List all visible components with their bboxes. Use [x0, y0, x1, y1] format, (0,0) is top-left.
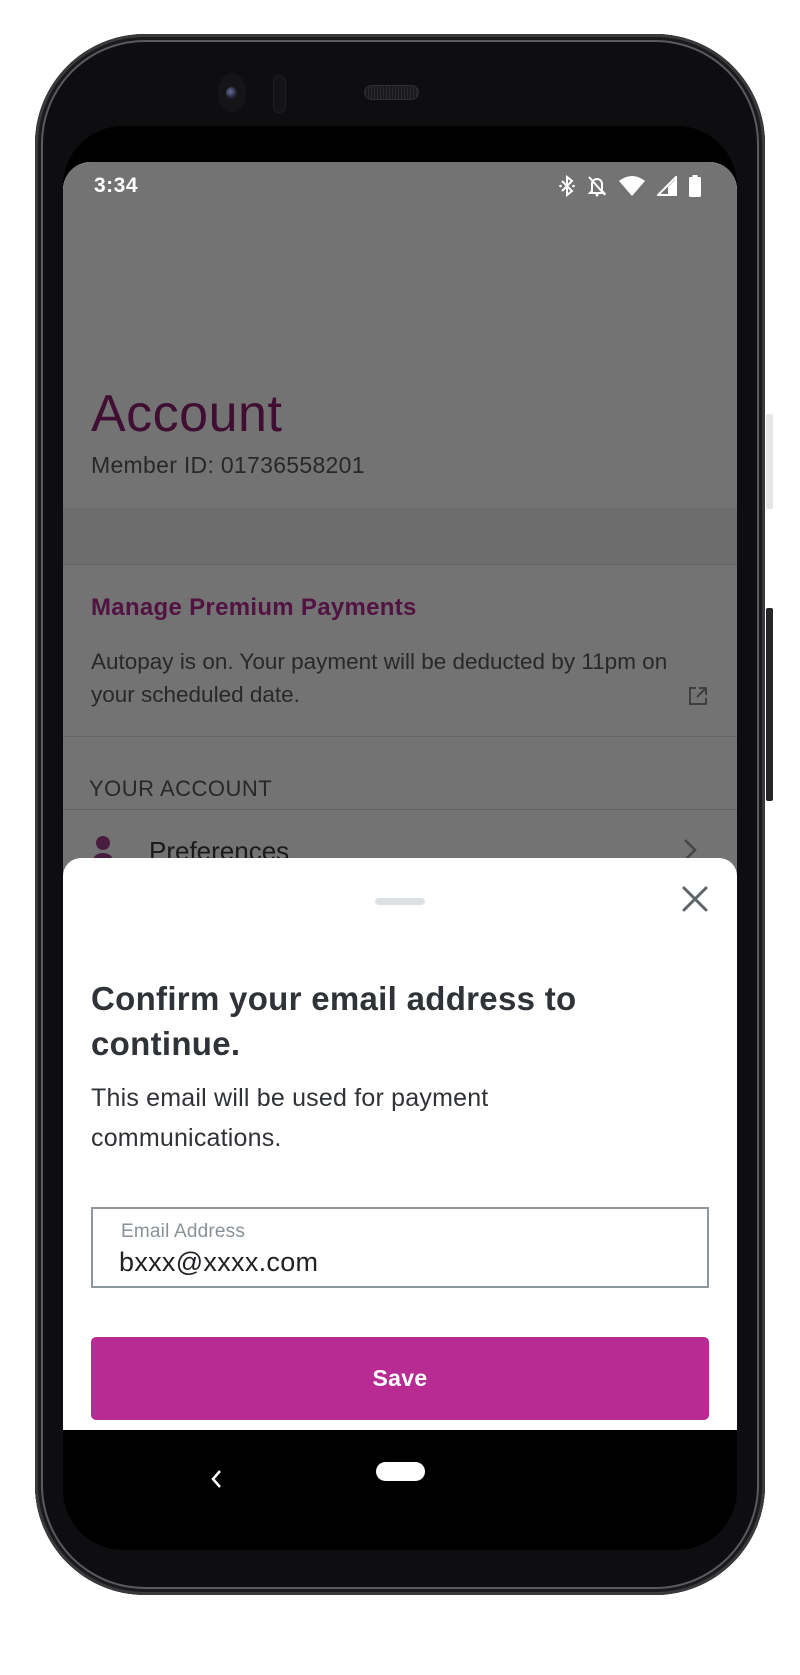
- status-bar: 3:34: [63, 162, 737, 210]
- wifi-icon: [619, 176, 645, 196]
- email-field[interactable]: Email Address: [91, 1207, 709, 1288]
- screen: Account Member ID: 01736558201 Manage Pr…: [63, 162, 737, 1430]
- proximity-sensor: [273, 75, 286, 113]
- notifications-off-icon: [587, 175, 607, 197]
- system-nav-bar: [63, 1430, 737, 1550]
- power-button: [766, 414, 773, 509]
- email-input[interactable]: [119, 1247, 679, 1278]
- close-button[interactable]: [678, 884, 712, 918]
- earpiece-speaker: [364, 85, 419, 100]
- cell-signal-icon: [657, 176, 677, 196]
- bluetooth-icon: [559, 175, 575, 197]
- volume-button: [766, 608, 773, 801]
- save-button[interactable]: Save: [91, 1337, 709, 1420]
- drag-handle[interactable]: [375, 898, 425, 905]
- confirm-email-bottom-sheet: Confirm your email address to continue. …: [63, 858, 737, 1430]
- front-camera: [218, 73, 246, 113]
- battery-icon: [689, 175, 701, 197]
- back-button[interactable]: [201, 1466, 231, 1496]
- sheet-description: This email will be used for payment comm…: [91, 1084, 489, 1152]
- sheet-title: Confirm your email address to continue.: [91, 980, 577, 1062]
- close-icon: [681, 885, 709, 918]
- status-time: 3:34: [94, 174, 139, 197]
- home-button[interactable]: [376, 1462, 425, 1481]
- back-icon: [209, 1468, 223, 1495]
- email-field-label: Email Address: [121, 1221, 246, 1242]
